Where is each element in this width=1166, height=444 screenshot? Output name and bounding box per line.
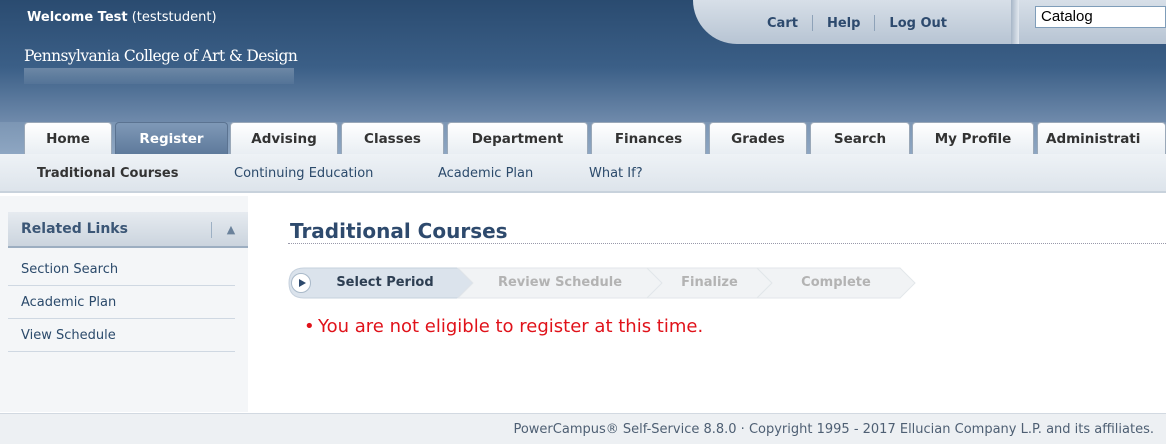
utility-divider xyxy=(1011,0,1019,44)
tab-finances[interactable]: Finances xyxy=(591,122,706,154)
tab-search[interactable]: Search xyxy=(810,122,910,154)
play-icon xyxy=(291,273,311,293)
help-link[interactable]: Help xyxy=(813,16,874,31)
step-select-period: Select Period xyxy=(336,275,434,290)
related-links-header: Related Links ▲ xyxy=(8,212,248,248)
cart-link[interactable]: Cart xyxy=(753,16,812,31)
tab-classes[interactable]: Classes xyxy=(341,122,444,154)
tab-department[interactable]: Department xyxy=(447,122,588,154)
subnav-traditional-courses[interactable]: Traditional Courses xyxy=(37,166,178,181)
sidebar-link-section-search[interactable]: Section Search xyxy=(8,254,235,286)
tab-administration[interactable]: Administrati xyxy=(1037,122,1166,154)
sidebar-link-label: Academic Plan xyxy=(21,295,117,310)
tab-home[interactable]: Home xyxy=(24,122,112,154)
utility-links: Cart Help Log Out xyxy=(753,15,961,31)
sidebar: Related Links ▲ Section Search Academic … xyxy=(0,196,248,412)
tab-advising[interactable]: Advising xyxy=(230,122,338,154)
related-links-title: Related Links xyxy=(21,221,128,237)
tab-register[interactable]: Register xyxy=(115,122,228,154)
college-logo: Pennsylvania College of Art & Design xyxy=(24,40,298,84)
subnav-academic-plan[interactable]: Academic Plan xyxy=(438,166,533,181)
sidebar-link-view-schedule[interactable]: View Schedule xyxy=(8,320,235,352)
logout-link[interactable]: Log Out xyxy=(875,16,961,31)
step-review-schedule: Review Schedule xyxy=(497,275,623,290)
step-complete: Complete xyxy=(801,275,871,290)
collapse-up-icon[interactable]: ▲ xyxy=(222,221,240,239)
footer: PowerCampus® Self-Service 8.8.0 · Copyri… xyxy=(0,413,1166,444)
sidebar-link-label: View Schedule xyxy=(21,328,116,343)
welcome-name: Welcome Test xyxy=(27,10,128,25)
welcome-text: Welcome Test (teststudent) xyxy=(27,10,217,25)
main-tabs: Home Register Advising Classes Departmen… xyxy=(0,122,1166,154)
page-title: Traditional Courses xyxy=(290,219,508,243)
error-message: You are not eligible to register at this… xyxy=(304,316,703,337)
tab-grades[interactable]: Grades xyxy=(709,122,807,154)
logo-text: Pennsylvania College of Art & Design xyxy=(24,47,298,65)
logo-reflection xyxy=(24,68,294,84)
sidebar-link-label: Section Search xyxy=(21,262,119,277)
sub-navigation: Traditional Courses Continuing Education… xyxy=(0,154,1166,193)
catalog-select[interactable]: Catalog xyxy=(1035,6,1166,28)
copyright-text: PowerCampus® Self-Service 8.8.0 · Copyri… xyxy=(513,422,1154,437)
subnav-continuing-education[interactable]: Continuing Education xyxy=(234,166,373,181)
welcome-username: (teststudent) xyxy=(131,10,217,25)
progress-steps: Select Period Review Schedule Finalize C… xyxy=(288,267,918,299)
sidebar-link-academic-plan[interactable]: Academic Plan xyxy=(8,287,235,319)
step-finalize: Finalize xyxy=(681,275,738,290)
header-separator xyxy=(211,222,212,238)
title-divider xyxy=(288,243,1166,244)
tab-my-profile[interactable]: My Profile xyxy=(912,122,1034,154)
subnav-what-if[interactable]: What If? xyxy=(589,166,643,181)
